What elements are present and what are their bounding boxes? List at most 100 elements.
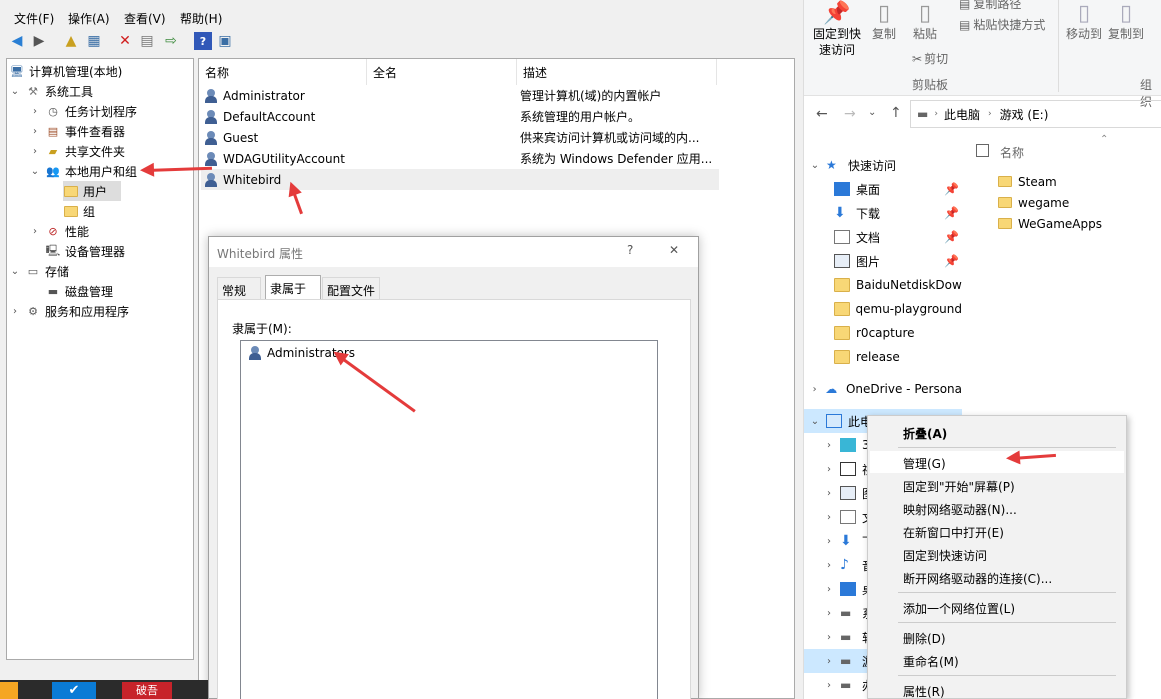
show-hide-tree-icon[interactable]: ▦: [85, 32, 103, 50]
tree-services-apps[interactable]: › ⚙ 服务和应用程序: [9, 301, 129, 321]
pin-icon[interactable]: 📌: [944, 230, 959, 244]
nav-onedrive[interactable]: › ☁ OneDrive - Persona: [804, 377, 962, 401]
pin-icon[interactable]: 📌: [944, 254, 959, 268]
user-row[interactable]: Guest 供来宾访问计算机或访问域的内...: [201, 127, 719, 148]
nav-item-downloads[interactable]: ⬇ 下载 📌: [804, 201, 962, 225]
address-bar[interactable]: ▬ › 此电脑 › 游戏 (E:): [910, 100, 1161, 128]
expand-chevron-icon[interactable]: ›: [824, 536, 834, 547]
collapse-chevron-icon[interactable]: ⌄: [9, 86, 21, 97]
expand-chevron-icon[interactable]: ›: [824, 464, 834, 475]
pin-icon[interactable]: 📌: [944, 182, 959, 196]
back-arrow-icon[interactable]: ←: [816, 106, 828, 122]
taskbar-app-label[interactable]: 破吾: [122, 682, 172, 699]
expand-chevron-icon[interactable]: ›: [824, 440, 834, 451]
collapse-chevron-icon[interactable]: ⌄: [9, 266, 21, 277]
menu-item-map-drive[interactable]: 映射网络驱动器(N)...: [903, 501, 1017, 518]
pin-quick-access-button[interactable]: 📌 固定到快 速访问: [812, 2, 862, 58]
delete-icon[interactable]: ✕: [116, 32, 134, 50]
tree-shared-folders[interactable]: › ▰ 共享文件夹: [29, 141, 125, 161]
breadcrumb-drive[interactable]: 游戏 (E:): [1000, 106, 1049, 123]
recent-chevron-icon[interactable]: ⌄: [868, 107, 876, 118]
menu-item-collapse[interactable]: 折叠(A): [903, 425, 947, 442]
nav-item-documents[interactable]: 文档 📌: [804, 225, 962, 249]
tab-general[interactable]: 常规: [217, 277, 261, 299]
tab-member-of[interactable]: 隶属于: [265, 275, 321, 299]
menu-item-open-new-window[interactable]: 在新窗口中打开(E): [903, 524, 1004, 541]
tree-root[interactable]: 🖥 计算机管理(本地): [9, 61, 122, 81]
tree-local-users-groups[interactable]: ⌄ 👥 本地用户和组: [29, 161, 137, 181]
tree-device-manager[interactable]: 🖳 设备管理器: [45, 241, 125, 261]
expand-chevron-icon[interactable]: ›: [9, 306, 21, 317]
expand-chevron-icon[interactable]: ›: [29, 106, 41, 117]
menu-item-disconnect[interactable]: 断开网络驱动器的连接(C)...: [903, 570, 1052, 587]
expand-chevron-icon[interactable]: ›: [29, 226, 41, 237]
expand-chevron-icon[interactable]: ›: [29, 126, 41, 137]
copy-button[interactable]: ▯ 复制: [868, 2, 900, 42]
view-pane-icon[interactable]: ▣: [216, 32, 234, 50]
tree-task-scheduler[interactable]: › ◷ 任务计划程序: [29, 101, 137, 121]
expand-chevron-icon[interactable]: ›: [824, 512, 834, 523]
tree-groups[interactable]: 组: [63, 201, 95, 221]
nav-item-pictures[interactable]: 图片 📌: [804, 249, 962, 273]
select-all-checkbox[interactable]: [976, 144, 989, 157]
collapse-chevron-icon[interactable]: ⌄: [29, 166, 41, 177]
user-row[interactable]: DefaultAccount 系统管理的用户帐户。: [201, 106, 719, 127]
column-header-fullname[interactable]: 全名: [367, 59, 517, 85]
menu-view[interactable]: 查看(V): [124, 10, 166, 27]
user-row[interactable]: Administrator 管理计算机(域)的内置帐户: [201, 85, 719, 106]
copy-path-button[interactable]: ▤ 复制路径: [959, 0, 1021, 12]
tree-performance[interactable]: › ⊘ 性能: [29, 221, 89, 241]
column-header-name[interactable]: 名称: [1000, 144, 1024, 161]
vscode-icon[interactable]: ✔: [52, 682, 96, 699]
tab-profile[interactable]: 配置文件: [322, 277, 380, 299]
menu-item-delete[interactable]: 删除(D): [903, 630, 946, 647]
tree-system-tools[interactable]: ⌄ ⚒ 系统工具: [9, 81, 93, 101]
copy-to-button[interactable]: ▯ 复制到: [1108, 2, 1144, 42]
export-icon[interactable]: ⇨: [162, 32, 180, 50]
paste-button[interactable]: ▯ 粘贴: [908, 2, 942, 42]
breadcrumb-this-pc[interactable]: 此电脑: [944, 106, 980, 123]
properties-icon[interactable]: ▤: [138, 32, 156, 50]
expand-chevron-icon[interactable]: ›: [824, 656, 834, 667]
file-row[interactable]: wegame: [998, 192, 1069, 213]
expand-chevron-icon[interactable]: ›: [824, 584, 834, 595]
expand-chevron-icon[interactable]: ›: [824, 608, 834, 619]
tree-storage[interactable]: ⌄ ▭ 存储: [9, 261, 69, 281]
nav-item-folder[interactable]: r0capture: [804, 321, 962, 345]
paste-shortcut-button[interactable]: ▤ 粘贴快捷方式: [959, 16, 1045, 33]
menu-file[interactable]: 文件(F): [14, 10, 54, 27]
collapse-chevron-icon[interactable]: ⌄: [810, 160, 820, 171]
tree-disk-management[interactable]: ▬ 磁盘管理: [45, 281, 113, 301]
collapse-chevron-icon[interactable]: ⌄: [810, 416, 820, 427]
tree-users[interactable]: 用户: [63, 181, 121, 201]
user-row[interactable]: WDAGUtilityAccount 系统为 Windows Defender …: [201, 148, 719, 169]
expand-chevron-icon[interactable]: ›: [810, 384, 819, 395]
column-header-description[interactable]: 描述: [517, 59, 717, 85]
forward-arrow-icon[interactable]: ▶: [30, 32, 48, 50]
back-arrow-icon[interactable]: ◀: [8, 32, 26, 50]
menu-item-pin-start[interactable]: 固定到"开始"屏幕(P): [903, 478, 1015, 495]
menu-item-rename[interactable]: 重命名(M): [903, 653, 959, 670]
cut-button[interactable]: ✂ 剪切: [912, 50, 948, 67]
up-folder-icon[interactable]: ▲: [62, 32, 80, 50]
nav-quick-access[interactable]: ⌄ ★ 快速访问: [804, 153, 962, 177]
nav-item-folder[interactable]: release: [804, 345, 962, 369]
menu-item-properties[interactable]: 属性(R): [903, 683, 945, 699]
up-arrow-icon[interactable]: ↑: [890, 105, 902, 121]
taskbar-app-icon[interactable]: [0, 682, 18, 699]
move-to-button[interactable]: ▯ 移动到: [1066, 2, 1102, 42]
user-row-selected[interactable]: Whitebird: [201, 169, 719, 190]
menu-action[interactable]: 操作(A): [68, 10, 110, 27]
expand-chevron-icon[interactable]: ›: [824, 632, 834, 643]
tree-event-viewer[interactable]: › ▤ 事件查看器: [29, 121, 125, 141]
expand-chevron-icon[interactable]: ›: [824, 680, 834, 691]
expand-chevron-icon[interactable]: ›: [824, 488, 834, 499]
forward-arrow-icon[interactable]: →: [844, 106, 856, 122]
menu-item-add-network[interactable]: 添加一个网络位置(L): [903, 600, 1015, 617]
dialog-help-button[interactable]: ?: [627, 243, 633, 257]
expand-chevron-icon[interactable]: ›: [29, 146, 41, 157]
dialog-close-button[interactable]: ✕: [669, 243, 679, 257]
file-row[interactable]: Steam: [998, 171, 1057, 192]
nav-item-desktop[interactable]: 桌面 📌: [804, 177, 962, 201]
nav-item-folder[interactable]: qemu-playground: [804, 297, 962, 321]
